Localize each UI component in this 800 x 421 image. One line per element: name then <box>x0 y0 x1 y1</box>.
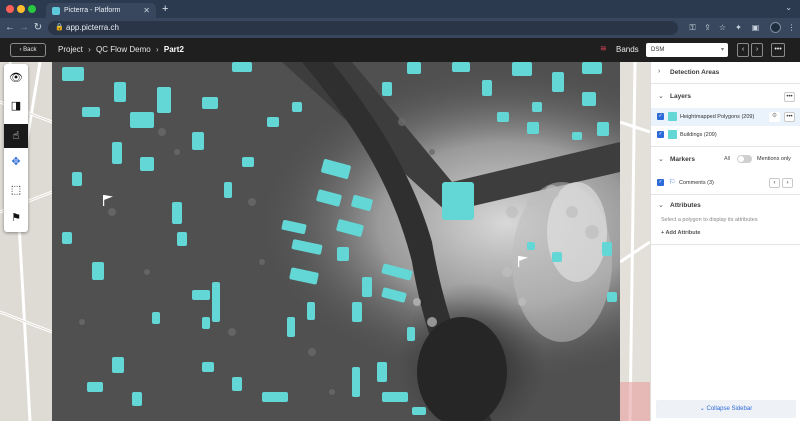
share-icon[interactable]: ⇪ <box>702 22 713 33</box>
add-attribute-link[interactable]: + Add Attribute <box>661 230 700 236</box>
flag-tool[interactable]: ⚑ <box>4 206 28 230</box>
visibility-tool[interactable]: 👁 <box>4 66 28 90</box>
compare-icon: ◨ <box>10 100 22 112</box>
app-header: ‹ Back Project › QC Flow Demo › Part2 ≋ … <box>0 38 800 62</box>
select-area-tool[interactable]: ⬚ <box>4 178 28 202</box>
breadcrumb-project[interactable]: Project <box>58 45 83 54</box>
extensions-icon[interactable]: ✦ <box>733 22 744 33</box>
map-viewport[interactable] <box>0 62 650 421</box>
key-icon[interactable]: ⚿ <box>687 22 698 33</box>
layers-title: Layers <box>670 93 691 100</box>
chevron-down-icon: ⌄ <box>658 202 664 209</box>
dsm-raster[interactable] <box>52 62 620 421</box>
chevron-right-icon: › <box>155 45 159 54</box>
profile-avatar[interactable] <box>770 22 781 33</box>
minimize-window-button[interactable] <box>17 5 25 13</box>
chevron-down-icon: ▾ <box>720 47 724 53</box>
back-button-label: Back <box>23 47 37 53</box>
right-sidebar: › Detection Areas ⌄ Layers ••• ✓ Heightm… <box>650 62 800 421</box>
layer-row-buildings[interactable]: ✓ Buildings (209) <box>651 126 800 144</box>
move-icon: ✥ <box>11 156 21 168</box>
layer-label: Heightmapped Polygons (209) <box>680 114 755 120</box>
eye-icon: 👁 <box>9 72 23 84</box>
breadcrumb-current: Part2 <box>163 45 184 54</box>
tab-title: Picterra - Platform <box>64 7 121 14</box>
close-window-button[interactable] <box>6 5 14 13</box>
comments-row[interactable]: ✓ ⚐ Comments (3) ‹ › <box>651 174 800 192</box>
markers-header[interactable]: ⌄ Markers All Mentions only <box>651 146 800 170</box>
chevron-right-icon: › <box>658 68 661 75</box>
chevron-down-icon: ⌄ <box>658 93 664 100</box>
detection-areas-header[interactable]: › Detection Areas <box>651 62 800 84</box>
picterra-favicon-icon <box>52 7 60 15</box>
layers-more-button[interactable]: ••• <box>784 92 795 102</box>
browser-titlebar: Picterra - Platform ✕ + ⌄ <box>0 0 800 18</box>
header-more-button[interactable]: ••• <box>771 43 785 57</box>
address-bar[interactable]: 🔒 app.picterra.ch <box>48 21 678 35</box>
layer-more-button[interactable]: ••• <box>784 112 795 122</box>
chevron-down-icon: ⌄ <box>658 156 664 163</box>
bookmark-star-icon[interactable]: ☆ <box>717 22 728 33</box>
mentions-only-toggle[interactable] <box>737 155 752 163</box>
hand-icon: ☝ <box>12 130 20 142</box>
map-tools-palette: 👁 ◨ ☝ ✥ ⬚ ⚑ <box>4 64 28 232</box>
breadcrumb: Project › QC Flow Demo › Part2 <box>58 45 184 55</box>
comment-marker-flag-icon[interactable] <box>517 255 529 267</box>
comment-marker-flag-icon[interactable] <box>102 194 114 206</box>
compare-tool[interactable]: ◨ <box>4 94 28 118</box>
markers-all-option[interactable]: All <box>724 156 730 162</box>
layer-settings-icon[interactable]: ⚙ <box>769 112 780 122</box>
attributes-hint: Select a polygon to display its attribut… <box>661 217 758 223</box>
plus-icon[interactable]: + <box>162 3 168 16</box>
attributes-title: Attributes <box>670 202 701 209</box>
collapse-sidebar-button[interactable]: ⌄ Collapse Sidebar <box>656 400 796 418</box>
layer-color-swatch <box>668 112 677 121</box>
maximize-window-button[interactable] <box>28 5 36 13</box>
layer-color-swatch <box>668 130 677 139</box>
breadcrumb-qc-flow-demo[interactable]: QC Flow Demo <box>96 45 151 54</box>
band-select[interactable]: DSM ▾ <box>646 43 728 57</box>
layers-header[interactable]: ⌄ Layers ••• <box>651 86 800 108</box>
browser-toolbar: ← → ↻ 🔒 app.picterra.ch ⚿ ⇪ ☆ ✦ ▣ ⋮ <box>0 18 800 38</box>
markers-title: Markers <box>670 156 695 163</box>
flag-icon: ⚑ <box>11 212 21 224</box>
sidebar-divider <box>651 244 800 245</box>
back-arrow-icon[interactable]: ← <box>4 21 16 35</box>
back-button[interactable]: ‹ Back <box>10 43 46 57</box>
next-comment-button[interactable]: › <box>782 178 793 188</box>
chevron-down-icon[interactable]: ⌄ <box>785 3 792 12</box>
browser-menu-icon[interactable]: ⋮ <box>786 22 797 33</box>
lock-icon: 🔒 <box>55 24 64 31</box>
bands-icon: ≋ <box>600 44 607 53</box>
close-tab-icon[interactable]: ✕ <box>143 3 150 18</box>
chevron-right-icon: › <box>88 45 91 54</box>
band-select-value: DSM <box>651 47 665 53</box>
next-band-button[interactable]: › <box>751 43 763 57</box>
layer-visibility-checkbox[interactable]: ✓ <box>657 113 664 120</box>
reload-icon[interactable]: ↻ <box>32 21 44 35</box>
prev-comment-button[interactable]: ‹ <box>769 178 780 188</box>
layer-visibility-checkbox[interactable]: ✓ <box>657 131 664 138</box>
mentions-only-label: Mentions only <box>757 156 791 162</box>
chevrons-down-icon: ⌄ <box>699 406 707 412</box>
attributes-header[interactable]: ⌄ Attributes <box>651 194 800 216</box>
comments-label: Comments (3) <box>679 180 714 186</box>
pan-tool[interactable]: ☝ <box>4 124 28 148</box>
move-tool[interactable]: ✥ <box>4 150 28 174</box>
detection-areas-title: Detection Areas <box>670 69 720 76</box>
comments-checkbox[interactable]: ✓ <box>657 179 664 186</box>
chevron-left-icon: ‹ <box>19 47 22 53</box>
prev-band-button[interactable]: ‹ <box>737 43 749 57</box>
bands-label: Bands <box>616 45 639 54</box>
basemap-right <box>619 62 650 421</box>
flag-icon: ⚐ <box>669 179 676 186</box>
select-area-icon: ⬚ <box>10 184 22 196</box>
forward-arrow-icon[interactable]: → <box>18 21 30 35</box>
collapse-sidebar-label: Collapse Sidebar <box>706 406 753 412</box>
sidebar-toggle-icon[interactable]: ▣ <box>750 22 761 33</box>
url-text: app.picterra.ch <box>66 23 119 32</box>
layer-label: Buildings (209) <box>680 132 717 138</box>
browser-tab[interactable]: Picterra - Platform ✕ <box>46 3 156 18</box>
layer-row-heightmapped-polygons[interactable]: ✓ Heightmapped Polygons (209) ⚙ ••• <box>651 108 800 126</box>
